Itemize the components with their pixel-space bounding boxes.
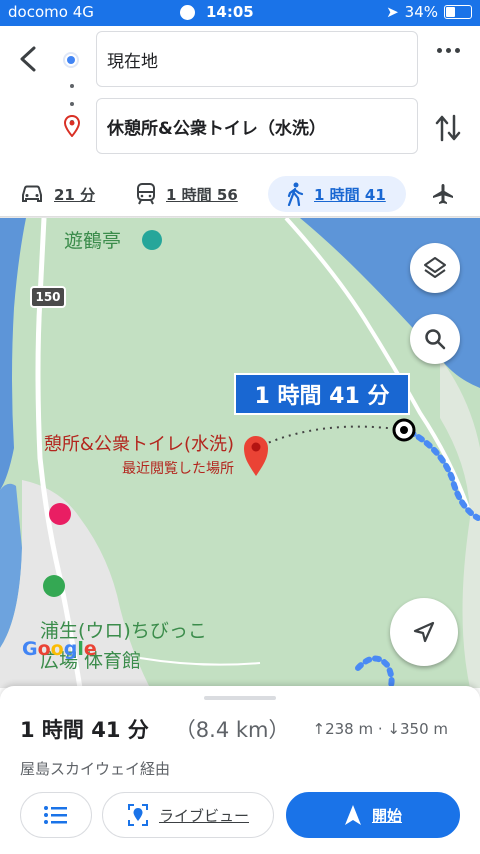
walking-person-icon <box>287 182 304 206</box>
mode-car[interactable]: 21 分 <box>20 176 95 212</box>
start-label: 開始 <box>371 806 402 825</box>
navigation-indicator-icon <box>180 5 195 20</box>
navigation-start-icon <box>344 805 361 825</box>
mode-walk[interactable]: 1 時間 41 <box>268 176 406 212</box>
layers-icon <box>424 257 446 278</box>
navigation-arrow-icon <box>413 621 435 643</box>
origin-field[interactable]: 現在地 <box>96 31 418 87</box>
list-icon <box>44 806 67 824</box>
route-duration-chip[interactable]: 1 時間 41 分 <box>234 373 410 415</box>
origin-dot-icon <box>63 52 79 68</box>
recenter-button[interactable] <box>390 598 458 666</box>
search-icon <box>425 329 446 350</box>
map-view[interactable]: 遊鶴亭 150 1 時間 41 分 憩所&公衆トイレ(水洗) 最近閲覧した場所 … <box>0 218 480 688</box>
mode-walk-label: 1 時間 41 <box>314 185 386 204</box>
airplane-icon <box>433 184 453 204</box>
carrier-label: docomo 4G <box>8 3 94 21</box>
status-time: 14:05 <box>206 3 254 21</box>
start-navigation-button[interactable]: 開始 <box>286 792 460 838</box>
live-view-button[interactable]: ライブビュー <box>102 792 274 838</box>
poi-label-top[interactable]: 遊鶴亭 <box>64 226 121 253</box>
mode-transit[interactable]: 1 時間 56 <box>136 176 238 212</box>
location-arrow-icon: ➤ <box>386 3 399 21</box>
layers-button[interactable] <box>410 243 460 293</box>
swap-directions-icon[interactable] <box>432 112 464 144</box>
mode-flight[interactable] <box>432 176 454 212</box>
live-view-pin-icon <box>127 804 148 826</box>
back-arrow-icon[interactable] <box>14 44 44 74</box>
mode-car-label: 21 分 <box>54 185 96 204</box>
road-number-shield: 150 <box>30 286 66 308</box>
google-logo: Google <box>22 638 97 660</box>
train-icon <box>137 183 155 205</box>
status-bar: docomo 4G 14:05 ➤ 34% <box>0 0 480 26</box>
destination-map-sublabel: 最近閲覧した場所 <box>122 461 234 477</box>
route-duration: 1 時間 41 分 <box>20 718 149 742</box>
car-icon <box>22 185 42 202</box>
destination-field[interactable]: 休憩所&公衆トイレ（水洗） <box>96 98 418 154</box>
travel-mode-bar: 21 分 1 時間 56 1 時間 41 <box>0 176 480 218</box>
steps-list-button[interactable] <box>20 792 92 838</box>
live-view-label: ライブビュー <box>158 806 249 825</box>
directions-header: 現在地 休憩所&公衆トイレ（水洗） 21 分 1 時間 56 1 時間 41 <box>0 26 480 218</box>
sheet-drag-handle[interactable] <box>204 696 276 700</box>
search-along-route-button[interactable] <box>410 314 460 364</box>
route-via: 屋島スカイウェイ経由 <box>20 760 171 778</box>
mode-transit-label: 1 時間 56 <box>166 185 238 204</box>
battery-icon <box>444 5 472 19</box>
route-summary-sheet[interactable]: 1 時間 41 分 （8.4 km） ↑238 m · ↓350 m 屋島スカイ… <box>0 686 480 854</box>
destination-map-label[interactable]: 憩所&公衆トイレ(水洗) <box>0 430 234 456</box>
more-options-icon[interactable] <box>437 48 460 53</box>
destination-pin-icon <box>64 115 80 137</box>
elevation-info: ↑238 m · ↓350 m <box>312 720 448 738</box>
route-distance: （8.4 km） <box>174 718 290 742</box>
battery-percent: 34% <box>404 3 438 21</box>
